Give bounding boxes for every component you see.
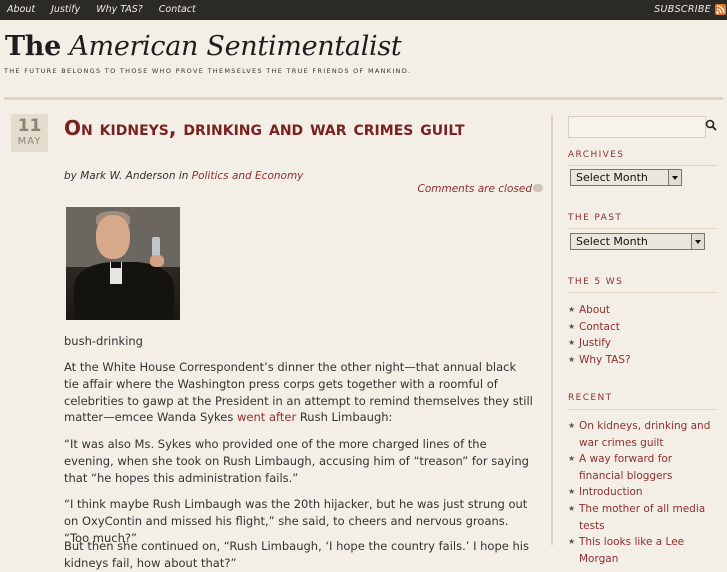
post-date-month: MAY — [17, 136, 42, 147]
post-paragraph: At the White House Correspondent’s dinne… — [64, 359, 534, 426]
post-image — [66, 207, 180, 320]
post-byline: by Mark W. Anderson in Politics and Econ… — [64, 170, 303, 182]
archives-heading: Archives — [568, 150, 625, 160]
past-select-value: Select Month — [576, 235, 648, 248]
search-icon[interactable] — [705, 119, 717, 131]
sidebar-rule — [568, 228, 717, 229]
site-title[interactable]: The American Sentimentalist — [5, 31, 402, 62]
recent-item[interactable]: On kidneys, drinking and war crimes guil… — [568, 418, 718, 451]
sidebar-rule — [568, 165, 717, 166]
image-caption: bush-drinking — [64, 334, 143, 348]
went-after-link[interactable]: went after — [237, 410, 296, 424]
post-paragraph: “It was also Ms. Sykes who provided one … — [64, 437, 529, 485]
past-select[interactable]: Select Month — [570, 233, 705, 250]
post-date-day: 11 — [17, 116, 42, 136]
recent-heading: Recent — [568, 393, 613, 403]
comments-status: Comments are closed — [417, 183, 532, 195]
paragraph-text: Rush Limbaugh: — [296, 410, 393, 425]
site-title-the: The — [5, 31, 62, 62]
ws-heading: The 5 Ws — [568, 277, 624, 287]
recent-item[interactable]: A way forward for financial bloggers — [568, 451, 718, 484]
sidebar-rule — [568, 292, 717, 293]
nav-link-justify[interactable]: Justify — [51, 4, 80, 15]
nav-link-why-tas[interactable]: Why TAS? — [96, 4, 143, 15]
search-input[interactable] — [568, 116, 706, 138]
recent-item[interactable]: This looks like a Lee Morgan — [568, 534, 718, 567]
top-nav: About Justify Why TAS? Contact — [7, 4, 212, 15]
rss-icon[interactable] — [715, 4, 726, 15]
site-tagline: The future belongs to those who prove th… — [4, 67, 412, 75]
past-heading: The Past — [568, 213, 623, 223]
comment-bubble-icon — [533, 184, 543, 192]
category-link[interactable]: Politics and Economy — [192, 170, 304, 182]
archives-select-value: Select Month — [576, 171, 648, 184]
post-title[interactable]: On kidneys, drinking and war crimes guil… — [64, 115, 534, 141]
subscribe-link[interactable]: SUBSCRIBE — [654, 4, 711, 15]
recent-item[interactable]: The mother of all media tests — [568, 501, 718, 534]
ws-item-justify[interactable]: Justify — [568, 335, 723, 352]
chevron-down-icon — [668, 170, 681, 185]
sidebar-divider — [551, 115, 553, 545]
post-paragraph: But then she continued on, “Rush Limbaug… — [64, 539, 529, 570]
ws-item-contact[interactable]: Contact — [568, 319, 723, 336]
archives-select[interactable]: Select Month — [570, 169, 682, 186]
byline-author: by Mark W. Anderson in — [64, 170, 189, 182]
top-bar: About Justify Why TAS? Contact SUBSCRIBE — [0, 0, 727, 20]
site-title-name: American Sentimentalist — [69, 31, 402, 62]
nav-link-about[interactable]: About — [7, 4, 35, 15]
ws-item-about[interactable]: About — [568, 302, 723, 319]
ws-item-why-tas[interactable]: Why TAS? — [568, 352, 723, 369]
post-date-badge: 11 MAY — [11, 114, 48, 152]
header-divider — [4, 97, 723, 100]
nav-link-contact[interactable]: Contact — [159, 4, 196, 15]
chevron-down-icon — [691, 234, 704, 249]
sidebar-rule — [568, 409, 717, 410]
ws-list: About Contact Justify Why TAS? — [568, 302, 723, 368]
recent-item[interactable]: Introduction — [568, 484, 718, 501]
